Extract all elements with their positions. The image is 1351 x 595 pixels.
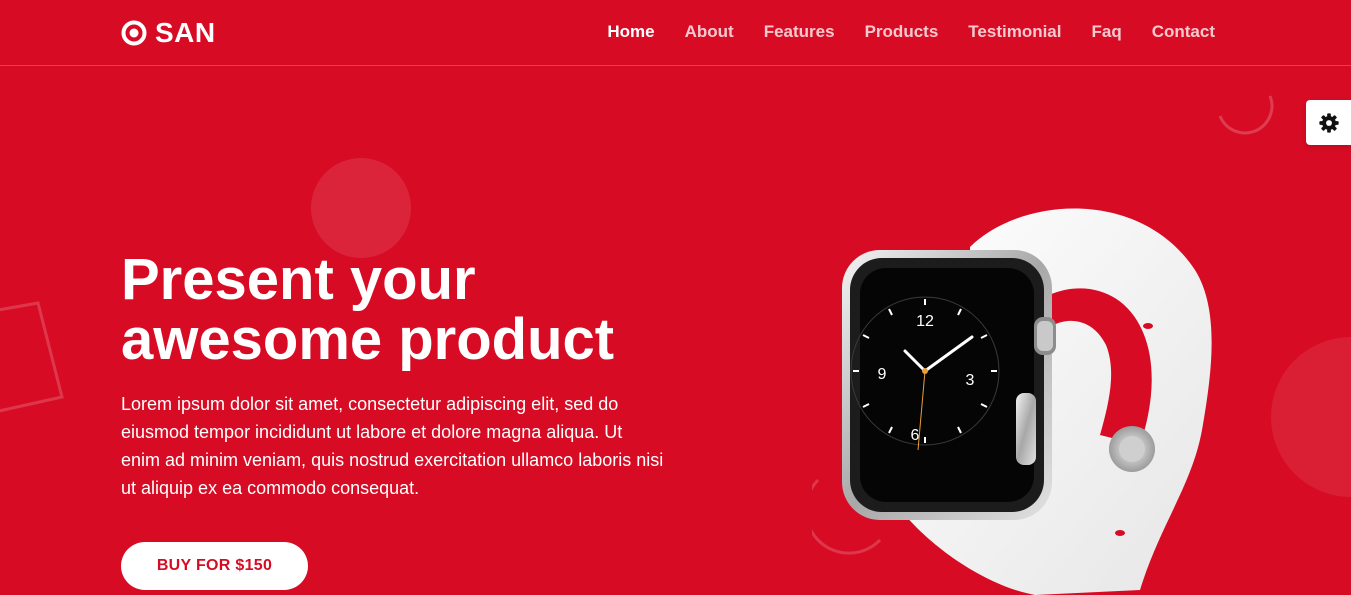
smartwatch-product-image: 12 3 6 9 [842, 208, 1212, 595]
nav-item-contact: Contact [1152, 22, 1215, 42]
nav-item-home: Home [607, 22, 654, 42]
nav-item-about: About [685, 22, 734, 42]
settings-toggle-button[interactable] [1306, 100, 1351, 145]
nav-link-products[interactable]: Products [865, 22, 939, 42]
nav-link-home[interactable]: Home [607, 22, 654, 42]
decorative-arc-top [1218, 95, 1274, 135]
brand-name: SAN [155, 17, 216, 48]
nav-link-contact[interactable]: Contact [1152, 22, 1215, 42]
top-navbar: SAN Home About Features Products Testimo… [0, 0, 1351, 66]
target-icon [121, 20, 147, 46]
nav-link-faq[interactable]: Faq [1091, 22, 1121, 42]
hero-title-line-2: awesome product [121, 307, 615, 372]
decorative-square-outline [0, 301, 64, 413]
brand-logo-link[interactable]: SAN [121, 17, 216, 49]
watch-numeral-9: 9 [878, 366, 887, 383]
nav-link-features[interactable]: Features [764, 22, 835, 42]
hero-description: Lorem ipsum dolor sit amet, consectetur … [121, 394, 664, 498]
nav-item-testimonial: Testimonial [968, 22, 1061, 42]
watch-numeral-6: 6 [911, 427, 920, 444]
decorative-circle-right [1271, 337, 1351, 497]
nav-item-products: Products [865, 22, 939, 42]
buy-button[interactable]: BUY FOR $150 [121, 542, 308, 590]
nav-item-faq: Faq [1091, 22, 1121, 42]
watch-numeral-12: 12 [916, 313, 934, 330]
hero-title: Present your awesome product [121, 250, 721, 370]
nav-link-testimonial[interactable]: Testimonial [968, 22, 1061, 42]
nav-link-about[interactable]: About [685, 22, 734, 42]
gear-icon [1318, 112, 1339, 133]
hero-title-line-1: Present your [121, 247, 476, 312]
main-nav: Home About Features Products Testimonial… [607, 22, 1215, 42]
nav-item-features: Features [764, 22, 835, 42]
watch-numeral-3: 3 [966, 372, 975, 389]
